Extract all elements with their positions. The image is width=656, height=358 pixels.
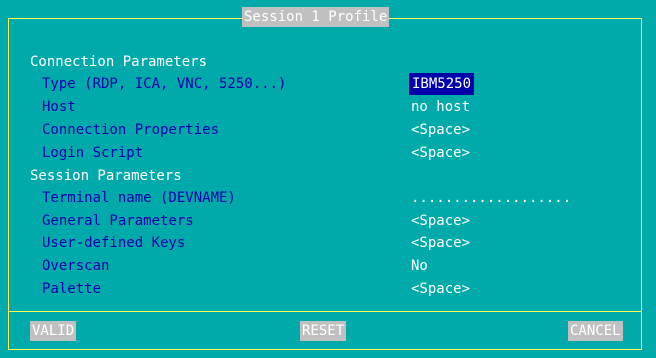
field-type-value[interactable]: IBM5250 (409, 73, 475, 95)
field-general-parameters-value[interactable]: <Space> (411, 210, 470, 232)
field-host-value[interactable]: no host (411, 96, 470, 118)
field-connection-properties-value[interactable]: <Space> (411, 119, 470, 141)
dialog-title: Session 1 Profile (242, 7, 390, 27)
button-bar-divider (9, 311, 641, 312)
field-terminal-name-value[interactable]: ................... (411, 187, 571, 209)
terminal-screen: Session 1 Profile Connection Parameters … (0, 0, 656, 358)
reset-button[interactable]: RESET (300, 321, 347, 341)
field-host-label: Host (42, 99, 76, 115)
field-overscan-value[interactable]: No (411, 255, 428, 277)
field-login-script-value[interactable]: <Space> (411, 142, 470, 164)
field-connection-properties-label: Connection Properties (42, 122, 220, 138)
field-general-parameters-label: General Parameters (42, 213, 194, 229)
field-user-defined-keys-value[interactable]: <Space> (411, 232, 470, 254)
section-connection-parameters: Connection Parameters (30, 54, 208, 70)
cancel-button[interactable]: CANCEL (568, 321, 623, 341)
field-type-label: Type (RDP, ICA, VNC, 5250...) (42, 76, 287, 92)
field-user-defined-keys-label: User-defined Keys (42, 235, 186, 251)
valid-button[interactable]: VALID (30, 321, 77, 341)
section-session-parameters: Session Parameters (30, 168, 182, 184)
field-palette-value[interactable]: <Space> (411, 278, 470, 300)
field-terminal-name-label: Terminal name (DEVNAME) (42, 190, 236, 206)
field-login-script-label: Login Script (42, 145, 144, 161)
field-palette-label: Palette (42, 281, 102, 297)
field-overscan-label: Overscan (42, 258, 110, 274)
